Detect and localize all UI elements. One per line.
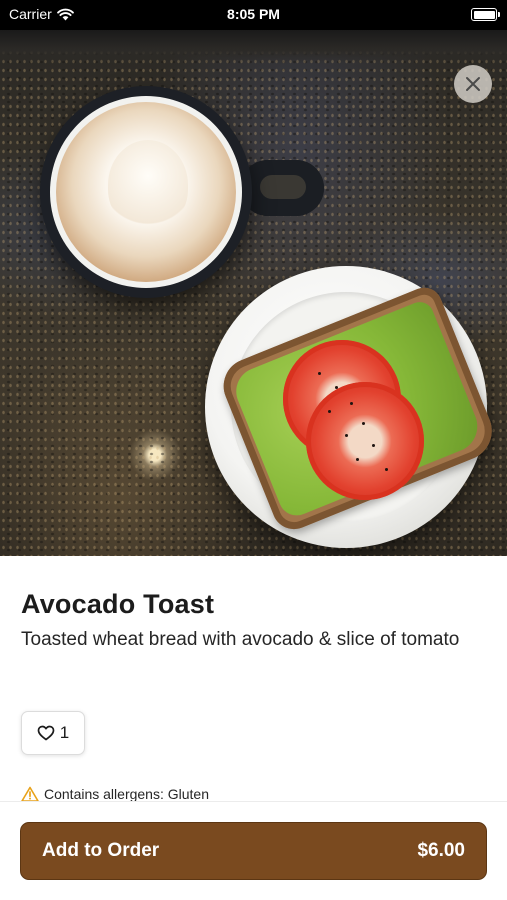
item-price: $6.00 — [417, 840, 465, 861]
mug-handle — [240, 160, 324, 216]
allergen-text: Contains allergens: Gluten — [44, 786, 209, 802]
close-button[interactable] — [454, 65, 492, 103]
status-bar: Carrier 8:05 PM — [0, 0, 507, 30]
tomato-slice — [306, 382, 424, 500]
item-details: Avocado Toast Toasted wheat bread with a… — [21, 586, 486, 653]
favorite-button[interactable]: 1 — [21, 711, 85, 755]
close-icon — [466, 77, 480, 91]
like-count: 1 — [59, 723, 70, 742]
battery-icon — [471, 8, 500, 21]
add-to-order-button[interactable]: Add to Order $6.00 — [20, 822, 487, 880]
heart-icon — [37, 725, 55, 741]
item-photo — [0, 30, 507, 556]
warning-icon — [21, 786, 39, 802]
item-title: Avocado Toast — [21, 589, 215, 619]
status-time: 8:05 PM — [227, 6, 280, 22]
allergen-warning: Contains allergens: Gluten — [21, 786, 209, 802]
item-description: Toasted wheat bread with avocado & slice… — [21, 629, 460, 650]
add-to-order-label: Add to Order — [42, 840, 160, 861]
coffee-mug — [40, 86, 252, 298]
